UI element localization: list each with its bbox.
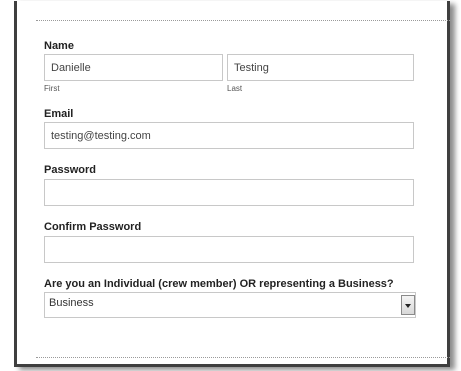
top-divider [36,20,450,21]
email-label: Email [44,108,74,120]
chevron-down-icon [405,304,411,308]
last-name-sublabel: Last [227,84,243,93]
account-type-selected-value: Business [49,297,94,309]
bottom-divider [36,357,450,358]
first-name-input[interactable] [44,54,223,81]
password-label: Password [44,164,96,176]
email-input[interactable] [44,122,414,149]
account-type-label: Are you an Individual (crew member) OR r… [44,278,394,290]
confirm-password-input[interactable] [44,236,414,263]
password-input[interactable] [44,179,414,206]
registration-form-window: Name First Last Email Password Confirm P… [0,0,461,371]
account-type-select[interactable]: Business [44,292,416,318]
confirm-password-label: Confirm Password [44,221,142,233]
name-label: Name [44,40,74,52]
first-name-sublabel: First [44,84,60,93]
last-name-input[interactable] [227,54,414,81]
dropdown-button[interactable] [401,295,415,315]
